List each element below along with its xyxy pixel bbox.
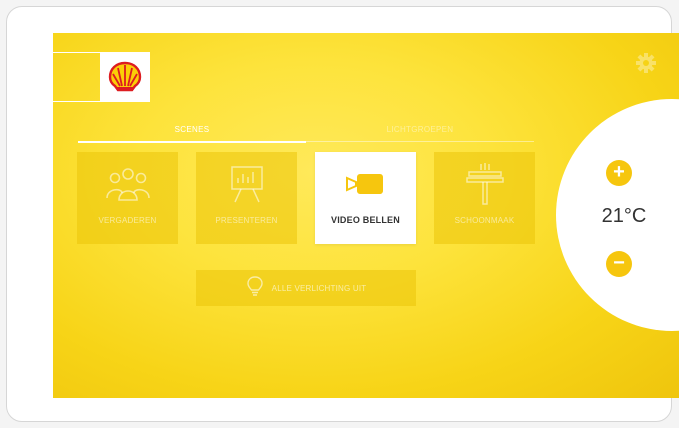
scene-presenteren-button[interactable]: PRESENTEREN xyxy=(196,152,297,244)
all-lights-off-button[interactable]: ALLE VERLICHTING UIT xyxy=(196,270,416,306)
shell-logo xyxy=(100,53,150,101)
people-icon xyxy=(77,164,178,204)
squeegee-icon xyxy=(434,163,535,205)
tab-scenes[interactable]: SCENES xyxy=(78,125,306,143)
temperature-value: 21°C xyxy=(601,205,647,227)
scene-label: VIDEO BELLEN xyxy=(331,215,400,225)
all-lights-off-label: ALLE VERLICHTING UIT xyxy=(271,283,367,293)
presentation-board-icon xyxy=(196,164,297,204)
tab-bar: SCENES LICHTGROEPEN xyxy=(78,125,534,143)
scene-label: PRESENTEREN xyxy=(215,216,278,225)
minus-icon[interactable]: − xyxy=(606,251,632,277)
video-camera-icon xyxy=(315,164,416,204)
control-panel-screen: SCENES LICHTGROEPEN VERGADEREN PRESENTER… xyxy=(53,33,679,398)
scene-schoonmaak-button[interactable]: SCHOONMAAK xyxy=(434,152,535,244)
logo-area xyxy=(53,52,150,102)
gear-icon[interactable] xyxy=(635,52,657,74)
scene-label: SCHOONMAAK xyxy=(454,216,515,225)
plus-icon[interactable]: + xyxy=(606,160,632,186)
tab-lichtgroepen[interactable]: LICHTGROEPEN xyxy=(306,125,534,142)
scene-vergaderen-button[interactable]: VERGADEREN xyxy=(77,152,178,244)
lightbulb-icon xyxy=(246,275,264,302)
scene-label: VERGADEREN xyxy=(98,216,157,225)
scene-video-bellen-button[interactable]: VIDEO BELLEN xyxy=(315,152,416,244)
